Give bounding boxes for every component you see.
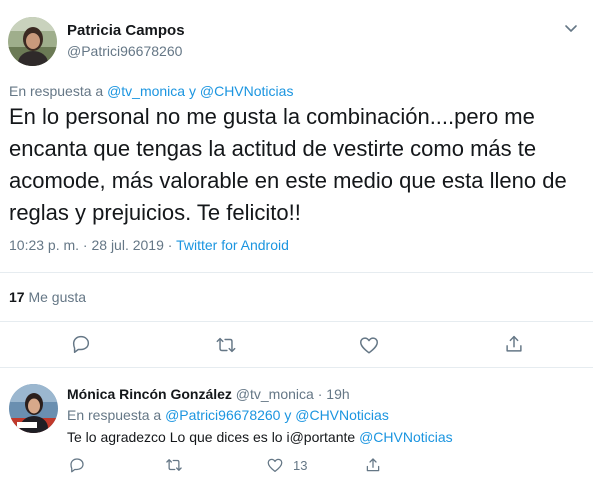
likes-label: Me gusta [28, 289, 87, 305]
reply-author-avatar[interactable] [9, 384, 58, 433]
reply-author-handle[interactable]: @tv_monica [236, 386, 314, 402]
tweet-source[interactable]: Twitter for Android [176, 237, 289, 253]
reply-time[interactable]: 19h [326, 386, 349, 402]
reply-header: Mónica Rincón González @tv_monica · 19h [67, 386, 350, 402]
mention-link[interactable]: @CHVNoticias [359, 429, 453, 445]
reply-join: y [188, 83, 196, 99]
reply-icon[interactable] [70, 333, 92, 355]
author-handle[interactable]: @Patrici96678260 [67, 43, 182, 59]
tweet-meta: 10:23 p. m. · 28 jul. 2019 · Twitter for… [9, 237, 289, 253]
share-icon[interactable] [364, 456, 382, 479]
mention-link[interactable]: @CHVNoticias [295, 407, 389, 423]
likes-count: 17 [9, 289, 25, 305]
mention-link[interactable]: @Patrici96678260 [165, 407, 280, 423]
like-icon[interactable] [358, 334, 380, 356]
share-icon[interactable] [503, 333, 525, 355]
mention-link[interactable]: @CHVNoticias [200, 83, 294, 99]
like-icon[interactable] [266, 456, 284, 479]
reply-context: En respuesta a @tv_monica y @CHVNoticias [9, 83, 293, 99]
mention-link[interactable]: @tv_monica [107, 83, 185, 99]
divider [0, 367, 593, 368]
like-count: 13 [293, 458, 308, 473]
retweet-icon[interactable] [165, 456, 183, 479]
reply-text-body: Te lo agradezco Lo que dices es lo i@por… [67, 429, 356, 445]
chevron-down-icon[interactable] [563, 20, 579, 36]
reply-author-name[interactable]: Mónica Rincón González [67, 386, 232, 402]
meta-separator: · [167, 237, 173, 253]
tweet-timestamp[interactable]: 10:23 p. m. · 28 jul. 2019 [9, 237, 164, 253]
retweet-icon[interactable] [215, 334, 237, 356]
tweet-text: En lo personal no me gusta la combinació… [9, 104, 567, 225]
reply-join: y [284, 407, 292, 423]
divider [0, 321, 593, 322]
reply-prefix: En respuesta a [9, 83, 104, 99]
author-name[interactable]: Patricia Campos [67, 22, 185, 39]
reply-context: En respuesta a @Patrici96678260 y @CHVNo… [67, 407, 389, 423]
reply-prefix: En respuesta a [67, 407, 162, 423]
meta-separator: · [317, 386, 323, 402]
likes-stat[interactable]: 17 Me gusta [9, 289, 86, 305]
reply-text: Te lo agradezco Lo que dices es lo i@por… [67, 429, 453, 445]
author-avatar[interactable] [8, 17, 57, 66]
divider [0, 272, 593, 273]
reply-icon[interactable] [68, 456, 86, 479]
